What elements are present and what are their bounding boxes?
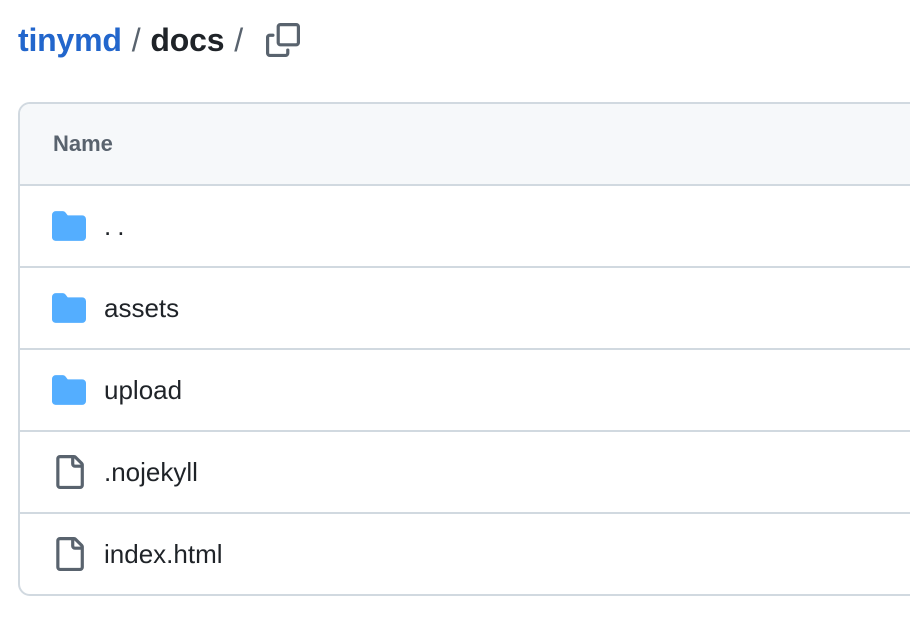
copy-icon (266, 23, 300, 57)
file-icon (52, 537, 86, 571)
breadcrumb-trailing-separator: / (234, 21, 243, 58)
row-label: .. (104, 210, 131, 241)
breadcrumb: tinymd / docs / (18, 14, 303, 66)
table-row-index-html[interactable]: index.html (20, 514, 910, 594)
name-column-header: Name (53, 131, 113, 156)
breadcrumb-separator: / (131, 21, 141, 58)
folder-icon (52, 291, 86, 325)
table-row-assets[interactable]: assets (20, 268, 910, 350)
breadcrumb-repo-link[interactable]: tinymd (18, 22, 122, 59)
copy-path-button[interactable] (263, 20, 303, 60)
table-row-upload[interactable]: upload (20, 350, 910, 432)
table-header: Name (20, 104, 910, 186)
row-label: upload (104, 374, 183, 405)
file-table: Name .. assets upload .nojekyll index.ht… (18, 102, 910, 596)
table-row-parent-directory[interactable]: .. (20, 186, 910, 268)
row-label: .nojekyll (104, 456, 198, 487)
file-icon (52, 455, 86, 489)
breadcrumb-current-folder: docs (150, 21, 225, 58)
table-row-nojekyll[interactable]: .nojekyll (20, 432, 910, 514)
folder-icon (52, 373, 86, 407)
row-label: assets (104, 292, 180, 323)
folder-icon (52, 209, 86, 243)
row-label: index.html (104, 538, 223, 569)
